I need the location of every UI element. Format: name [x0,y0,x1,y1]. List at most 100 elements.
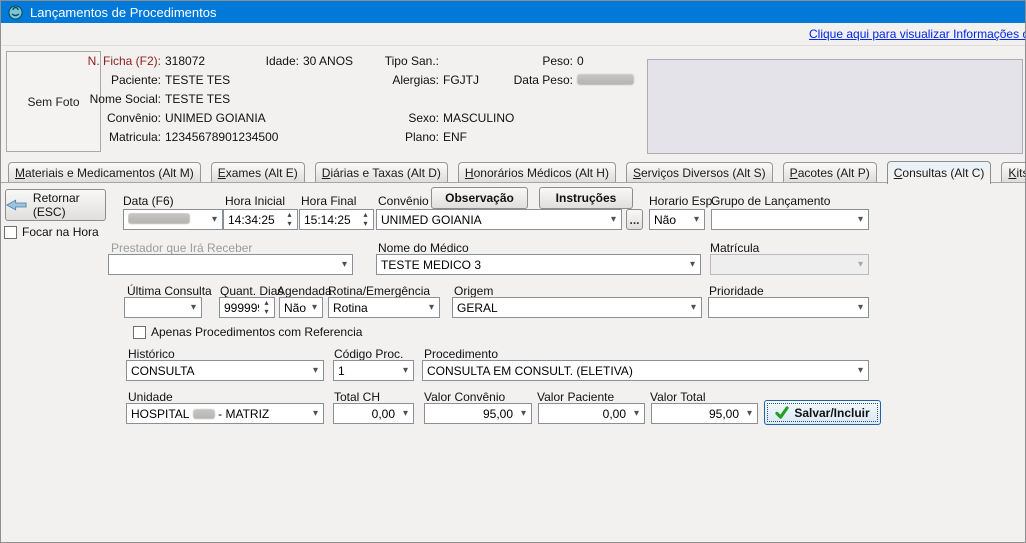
apenas-referencia-checkbox[interactable]: Apenas Procedimentos com Referencia [133,325,362,339]
grupo-lancamento-label: Grupo de Lançamento [711,194,830,208]
chevron-down-icon[interactable]: ▾ [853,361,868,380]
nome-medico-combo[interactable]: TESTE MEDICO 3 ▾ [376,254,701,275]
procedimento-label: Procedimento [424,347,498,361]
chevron-down-icon[interactable]: ▾ [186,298,201,317]
tab-label: Materiais e Medicamentos (Alt M) [15,166,194,180]
hora-inicial-spinner[interactable]: 14:34:25 ▴▾ [223,209,298,230]
quant-dias-spinner[interactable]: 999999 ▴▾ [219,297,275,318]
valor-convenio-field[interactable]: 95,00 ▾ [424,403,532,424]
salvar-incluir-button[interactable]: Salvar/Incluir [764,400,881,425]
data-f6-label: Data (F6) [123,194,174,208]
tab-label: Diárias e Taxas (Alt D) [322,166,441,180]
sexo-row: Sexo: MASCULINO [369,111,514,125]
chevron-down-icon[interactable]: ▾ [337,255,352,274]
codigo-proc-combo[interactable]: 1 ▾ [333,360,414,381]
prestador-combo[interactable]: ▾ [108,254,353,275]
spin-down-icon[interactable]: ▾ [287,220,291,229]
hora-final-spinner[interactable]: 15:14:25 ▴▾ [299,209,374,230]
procedimento-combo[interactable]: CONSULTA EM CONSULT. (ELETIVA) ▾ [422,360,869,381]
chevron-down-icon[interactable]: ▾ [308,404,323,423]
plano-row: Plano: ENF [369,130,467,144]
valor-convenio-label: Valor Convênio [424,390,505,404]
chevron-down-icon[interactable]: ▾ [686,298,701,317]
total-ch-field[interactable]: 0,00 ▾ [333,403,414,424]
patient-info-link[interactable]: Clique aqui para visualizar Informações … [809,27,1025,43]
retornar-label: Retornar (ESC) [33,191,105,219]
valor-paciente-field[interactable]: 0,00 ▾ [538,403,645,424]
separator-line [1,45,1025,46]
chevron-down-icon[interactable]: ▾ [398,361,413,380]
tab-label: Serviços Diversos (Alt S) [633,166,766,180]
tab-honorarios-medicos[interactable]: Honorários Médicos (Alt H) [458,162,616,182]
ultima-consulta-combo[interactable]: ▾ [124,297,202,318]
plano-value: ENF [443,130,467,144]
chevron-down-icon[interactable]: ▾ [853,298,868,317]
data-peso-row: Data Peso: [503,73,634,87]
idade-label: Idade: [257,54,299,68]
chevron-down-icon[interactable]: ▾ [629,404,644,423]
chevron-down-icon[interactable]: ▾ [398,404,413,423]
prestador-label: Prestador que Irá Receber [111,241,252,255]
codigo-proc-label: Código Proc. [334,347,403,361]
tab-servicos-diversos[interactable]: Serviços Diversos (Alt S) [626,162,773,182]
peso-label: Peso: [503,54,573,68]
chevron-down-icon[interactable]: ▾ [516,404,531,423]
chevron-down-icon[interactable]: ▾ [207,210,222,229]
tab-label: Consultas (Alt C) [894,166,985,180]
tab-label: Pacotes (Alt P) [790,166,870,180]
chevron-down-icon[interactable]: ▾ [853,210,868,229]
prioridade-combo[interactable]: ▾ [708,297,869,318]
spin-down-icon[interactable]: ▾ [363,220,367,229]
ultima-consulta-label: Última Consulta [127,284,212,298]
matricula-combo: ▾ [710,254,869,275]
convenio-combo[interactable]: UNIMED GOIANIA ▾ [376,209,622,230]
ellipsis-button[interactable]: ... [626,209,643,230]
alergias-value: FGJTJ [443,73,479,87]
historico-combo[interactable]: CONSULTA ▾ [126,360,324,381]
prioridade-label: Prioridade [709,284,764,298]
rotina-emergencia-combo[interactable]: Rotina ▾ [328,297,440,318]
instrucoes-button[interactable]: Instruções [539,187,633,209]
peso-value: 0 [577,54,584,68]
agendada-value: Não [284,301,307,315]
tab-label: Kits (Alt K) [1008,166,1026,180]
grupo-lancamento-combo[interactable]: ▾ [711,209,869,230]
valor-paciente-label: Valor Paciente [537,390,614,404]
chevron-down-icon[interactable]: ▾ [606,210,621,229]
arrow-left-icon [6,198,27,212]
chevron-down-icon[interactable]: ▾ [307,298,322,317]
focar-na-hora-checkbox[interactable]: Focar na Hora [4,225,99,239]
chevron-down-icon[interactable]: ▾ [685,255,700,274]
spin-down-icon[interactable]: ▾ [264,308,268,317]
valor-total-field[interactable]: 95,00 ▾ [651,403,758,424]
nome-social-row: Nome Social: TESTE TES [61,92,230,106]
peso-row: Peso: 0 [503,54,584,68]
agendada-combo[interactable]: Não ▾ [279,297,323,318]
total-ch-value: 0,00 [338,407,398,421]
unidade-value: HOSPITAL - MATRIZ [131,407,308,421]
hora-inicial-label: Hora Inicial [225,194,285,208]
observacao-button[interactable]: Observação [431,187,528,209]
tab-exames[interactable]: Exames (Alt E) [211,162,305,182]
observacao-label: Observação [445,191,514,205]
chevron-down-icon[interactable]: ▾ [742,404,757,423]
chevron-down-icon[interactable]: ▾ [424,298,439,317]
tab-pacotes[interactable]: Pacotes (Alt P) [783,162,877,182]
checkbox-box[interactable] [4,226,17,239]
horario-esp-value: Não [654,213,689,227]
retornar-button[interactable]: Retornar (ESC) [5,189,106,221]
chevron-down-icon[interactable]: ▾ [689,210,704,229]
instrucoes-label: Instruções [556,191,617,205]
tab-consultas[interactable]: Consultas (Alt C) [887,161,992,184]
origem-combo[interactable]: GERAL ▾ [452,297,702,318]
tab-materiais-e-medicamentos[interactable]: Materiais e Medicamentos (Alt M) [8,162,201,182]
chevron-down-icon[interactable]: ▾ [308,361,323,380]
tab-kits[interactable]: Kits (Alt K) [1001,162,1026,182]
patient-convenio-label: Convênio: [61,111,161,125]
idade-row: Idade: 30 ANOS [257,54,353,68]
unidade-combo[interactable]: HOSPITAL - MATRIZ ▾ [126,403,324,424]
horario-esp-combo[interactable]: Não ▾ [649,209,705,230]
data-f6-combo[interactable]: ▾ [123,209,223,230]
tab-diarias-e-taxas[interactable]: Diárias e Taxas (Alt D) [315,162,448,182]
checkbox-box[interactable] [133,326,146,339]
